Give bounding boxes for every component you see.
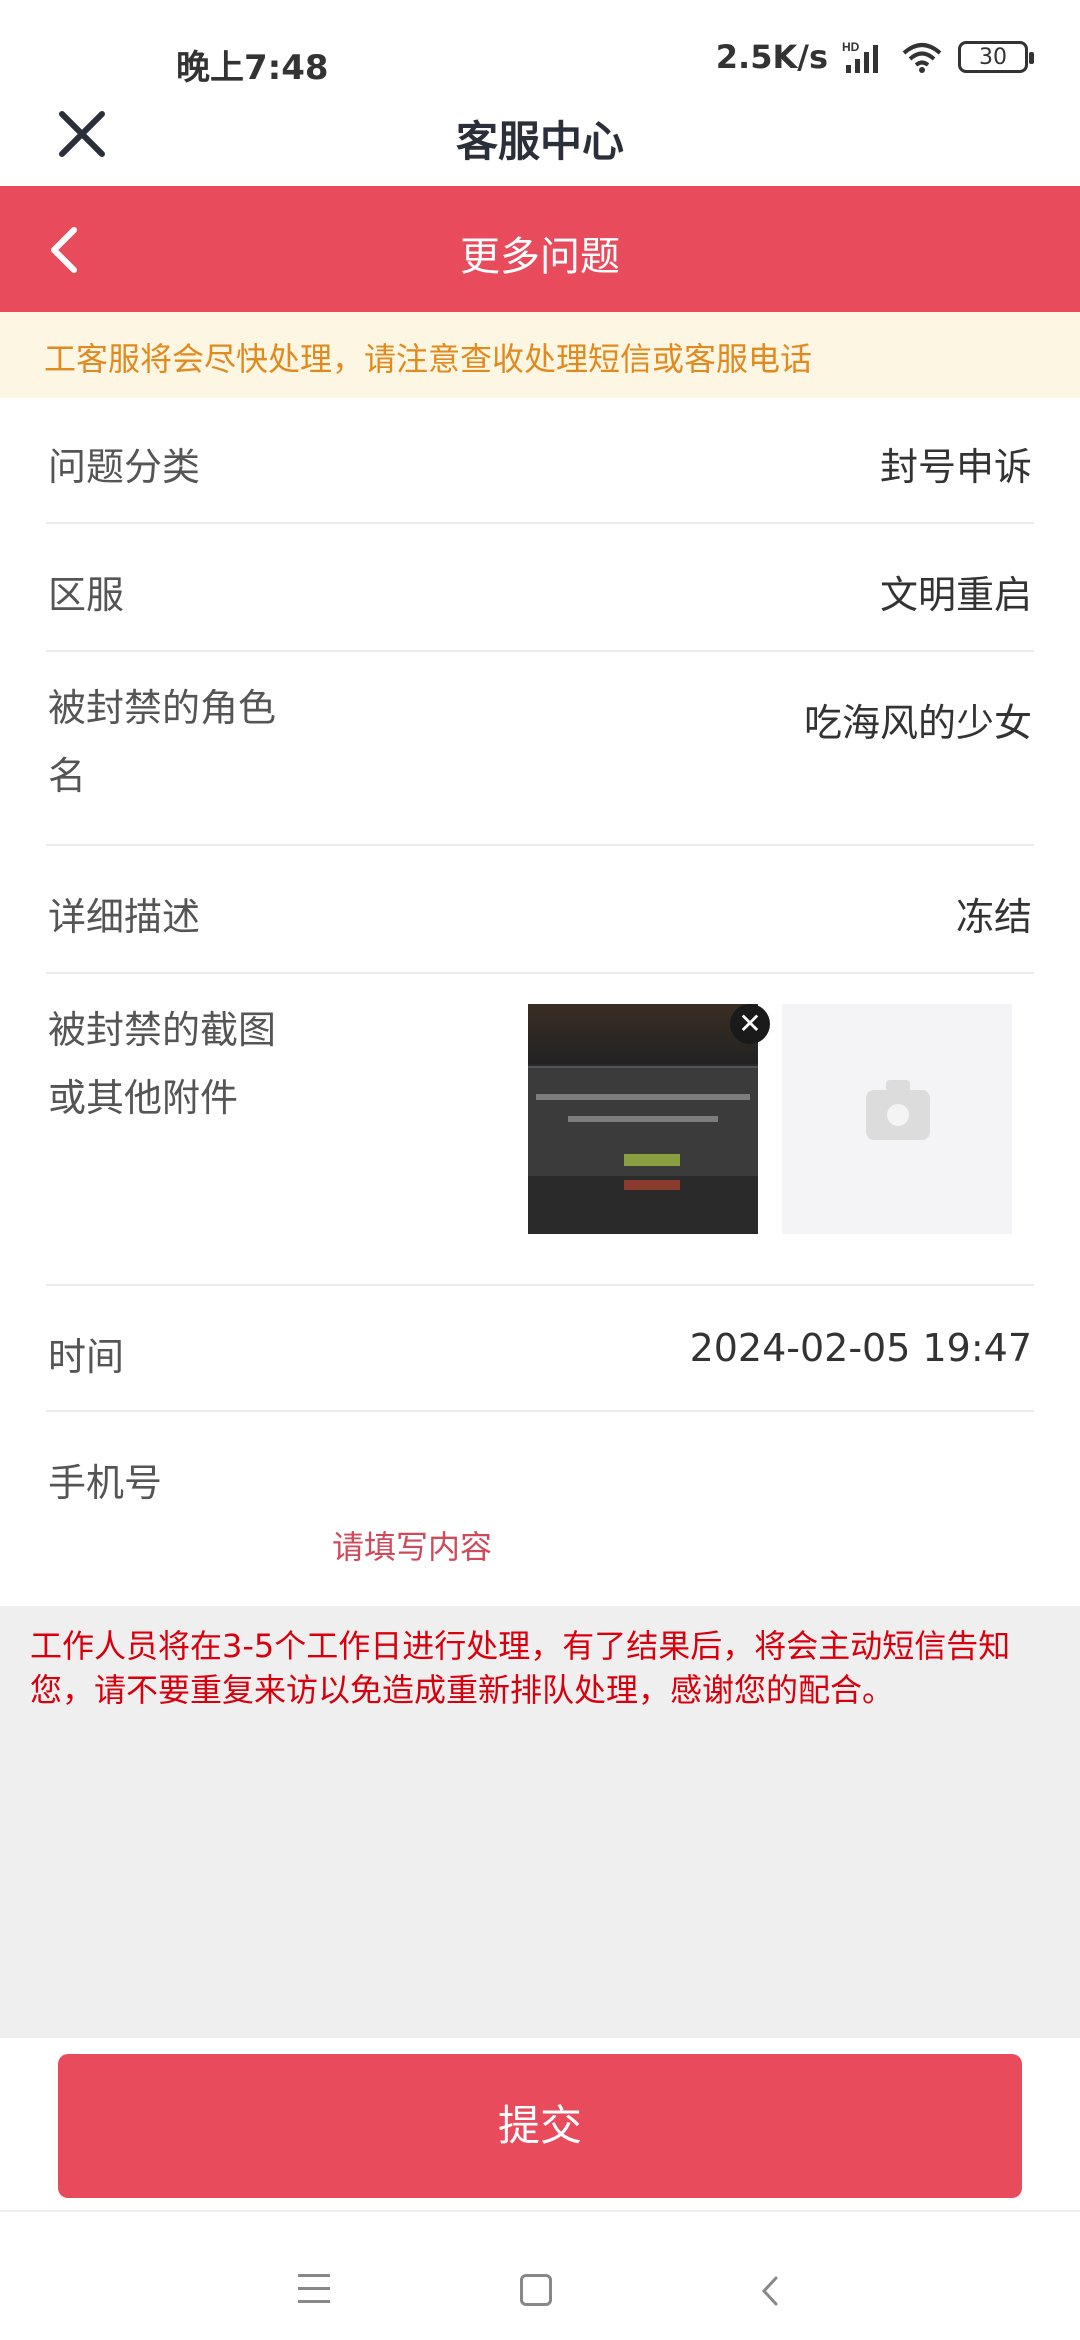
- role-label: 被封禁的角色名: [48, 686, 277, 798]
- section-header: 更多问题: [0, 186, 1080, 312]
- time-label: 时间: [48, 1335, 125, 1379]
- add-photo-button[interactable]: [782, 1004, 1012, 1234]
- category-label: 问题分类: [48, 445, 201, 489]
- time-value: 2024-02-05 19:47: [689, 1326, 1032, 1370]
- category-value: 封号申诉: [879, 445, 1032, 489]
- role-value: 吃海风的少女: [803, 701, 1032, 745]
- remove-attachment-icon[interactable]: ✕: [730, 1004, 770, 1044]
- attachment-row: 被封禁的截图或其他附件 ✕: [46, 974, 1034, 1286]
- attachment-label: 被封禁的截图或其他附件: [48, 1008, 277, 1120]
- phone-row: 手机号 请填写内容: [46, 1412, 1034, 1608]
- top-bar: 客服中心: [0, 70, 1080, 194]
- battery-icon: 30: [958, 41, 1034, 73]
- section-title: 更多问题: [460, 234, 620, 280]
- ticket-form: 问题分类 封号申诉 区服 文明重启 被封禁的角色名 吃海风的少女 详细描述 冻结…: [0, 398, 1080, 1608]
- submit-button[interactable]: 提交: [58, 2054, 1022, 2198]
- server-value: 文明重启: [879, 573, 1032, 617]
- processing-notice: 工作人员将在3-5个工作日进行处理，有了结果后，将会主动短信告知您，请不要重复来…: [30, 1627, 1011, 1709]
- notice-banner: 工客服将会尽快处理，请注意查收处理短信或客服电话: [0, 312, 1080, 398]
- camera-icon: [866, 1080, 930, 1140]
- time-row[interactable]: 时间 2024-02-05 19:47: [46, 1286, 1034, 1412]
- menu-icon[interactable]: [298, 2274, 330, 2304]
- phone-label: 手机号: [48, 1461, 163, 1505]
- home-icon[interactable]: [520, 2274, 552, 2306]
- role-row[interactable]: 被封禁的角色名 吃海风的少女: [46, 652, 1034, 846]
- battery-level: 30: [979, 44, 1007, 70]
- detail-label: 详细描述: [48, 895, 201, 939]
- detail-value: 冻结: [955, 895, 1032, 939]
- server-label: 区服: [48, 573, 125, 617]
- category-row[interactable]: 问题分类 封号申诉: [46, 398, 1034, 524]
- back-icon[interactable]: [756, 2276, 786, 2306]
- svg-text:HD: HD: [842, 40, 860, 54]
- server-row[interactable]: 区服 文明重启: [46, 524, 1034, 652]
- info-area: 工作人员将在3-5个工作日进行处理，有了结果后，将会主动短信告知您，请不要重复来…: [0, 1606, 1080, 2038]
- detail-row[interactable]: 详细描述 冻结: [46, 846, 1034, 974]
- phone-input[interactable]: 请填写内容: [332, 1522, 492, 1568]
- attachment-thumbnail[interactable]: [528, 1004, 758, 1234]
- page-title: 客服中心: [455, 117, 624, 166]
- system-nav-bar: [0, 2210, 1080, 2340]
